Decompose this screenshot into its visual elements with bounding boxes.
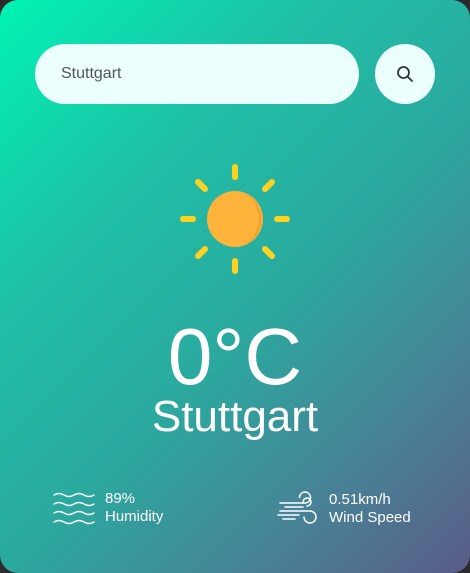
wind-detail: 0.51km/h Wind Speed — [277, 490, 411, 528]
sun-icon — [180, 164, 290, 274]
humidity-waves-icon — [53, 492, 95, 525]
search-input[interactable] — [61, 54, 341, 94]
humidity-detail: 89% Humidity — [53, 490, 163, 526]
weather-card: 0°C Stuttgart 89% Humidity — [0, 0, 470, 573]
wind-value: 0.51km/h — [329, 491, 391, 508]
search-button[interactable] — [375, 44, 435, 104]
search-icon — [397, 66, 413, 82]
wind-label: Wind Speed — [329, 509, 411, 526]
humidity-value: 89% — [105, 490, 136, 507]
humidity-label: Humidity — [105, 508, 164, 525]
temperature: 0°C — [167, 312, 303, 401]
search-bar[interactable] — [35, 44, 359, 104]
wind-icon — [277, 491, 317, 524]
city-name: Stuttgart — [151, 392, 319, 441]
